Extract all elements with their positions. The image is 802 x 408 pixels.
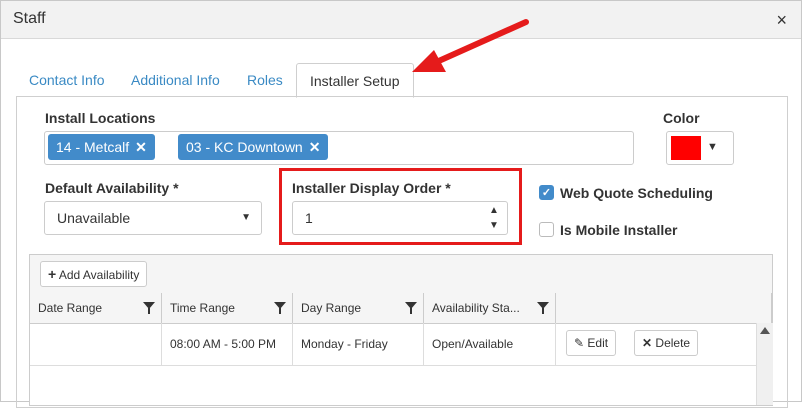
- is-mobile-installer-checkbox[interactable]: [539, 222, 554, 237]
- location-chip: 14 - Metcalf ✕: [48, 134, 155, 160]
- pencil-icon: ✎: [574, 336, 585, 350]
- column-header-availability-status[interactable]: Availability Sta...: [424, 293, 556, 323]
- tab-contact-info[interactable]: Contact Info: [16, 63, 118, 97]
- column-title: Date Range: [38, 301, 103, 315]
- column-header-time-range[interactable]: Time Range: [162, 293, 293, 323]
- tab-installer-setup[interactable]: Installer Setup: [296, 63, 414, 98]
- add-availability-label: Add Availability: [58, 268, 140, 282]
- column-title: Time Range: [170, 301, 235, 315]
- highlight-box: [279, 168, 522, 245]
- web-quote-scheduling-label: Web Quote Scheduling: [560, 185, 713, 201]
- cell-time-range: 08:00 AM - 5:00 PM: [162, 323, 293, 365]
- filter-icon[interactable]: [537, 302, 549, 314]
- availability-grid: + Add Availability Date Range Time Range…: [29, 254, 773, 406]
- dialog-title: Staff: [13, 10, 46, 27]
- plus-icon: +: [48, 266, 57, 282]
- edit-label: Edit: [587, 336, 609, 350]
- remove-chip-icon[interactable]: ✕: [135, 139, 147, 155]
- location-chip: 03 - KC Downtown ✕: [178, 134, 328, 160]
- filter-icon[interactable]: [143, 302, 155, 314]
- column-header-date-range[interactable]: Date Range: [30, 293, 162, 323]
- add-availability-button[interactable]: + Add Availability: [40, 261, 148, 287]
- close-icon[interactable]: ×: [776, 10, 787, 31]
- cell-day-range: Monday - Friday: [293, 323, 424, 365]
- cell-status: Open/Available: [424, 323, 556, 365]
- chip-label: 03 - KC Downtown: [186, 139, 303, 155]
- color-swatch: [671, 136, 701, 160]
- remove-chip-icon[interactable]: ✕: [309, 139, 321, 155]
- scroll-up-icon[interactable]: [760, 327, 770, 334]
- chevron-down-icon: ▼: [707, 141, 718, 153]
- chevron-down-icon: ▼: [241, 212, 251, 223]
- color-picker[interactable]: ▼: [666, 131, 734, 165]
- column-header-day-range[interactable]: Day Range: [293, 293, 424, 323]
- default-availability-select[interactable]: Unavailable ▼: [44, 201, 262, 235]
- cell-actions: ✎ Edit ✕ Delete: [556, 323, 756, 365]
- column-header-actions: [556, 293, 772, 323]
- install-locations-label: Install Locations: [45, 110, 156, 126]
- grid-toolbar: + Add Availability: [30, 255, 772, 294]
- delete-button[interactable]: ✕ Delete: [634, 330, 699, 356]
- table-row: 08:00 AM - 5:00 PM Monday - Friday Open/…: [30, 323, 756, 366]
- filter-icon[interactable]: [405, 302, 417, 314]
- is-mobile-installer-label: Is Mobile Installer: [560, 222, 678, 238]
- grid-scrollbar[interactable]: [756, 323, 773, 405]
- default-availability-label: Default Availability *: [45, 180, 179, 196]
- tab-additional-info[interactable]: Additional Info: [118, 63, 233, 97]
- close-icon: ✕: [642, 336, 653, 350]
- grid-header: Date Range Time Range Day Range Availabi…: [30, 293, 772, 324]
- web-quote-scheduling-checkbox[interactable]: ✓: [539, 185, 554, 200]
- edit-button[interactable]: ✎ Edit: [566, 330, 617, 356]
- column-title: Availability Sta...: [432, 301, 520, 315]
- default-availability-value: Unavailable: [57, 210, 131, 226]
- cell-date-range: [30, 323, 162, 365]
- color-label: Color: [663, 110, 700, 126]
- tab-roles[interactable]: Roles: [234, 63, 296, 97]
- filter-icon[interactable]: [274, 302, 286, 314]
- chip-label: 14 - Metcalf: [56, 139, 130, 155]
- column-title: Day Range: [301, 301, 362, 315]
- install-locations-input[interactable]: 14 - Metcalf ✕ 03 - KC Downtown ✕: [44, 131, 634, 165]
- delete-label: Delete: [655, 336, 691, 350]
- dialog-titlebar: Staff ×: [1, 1, 801, 39]
- red-arrow-icon: [412, 19, 529, 72]
